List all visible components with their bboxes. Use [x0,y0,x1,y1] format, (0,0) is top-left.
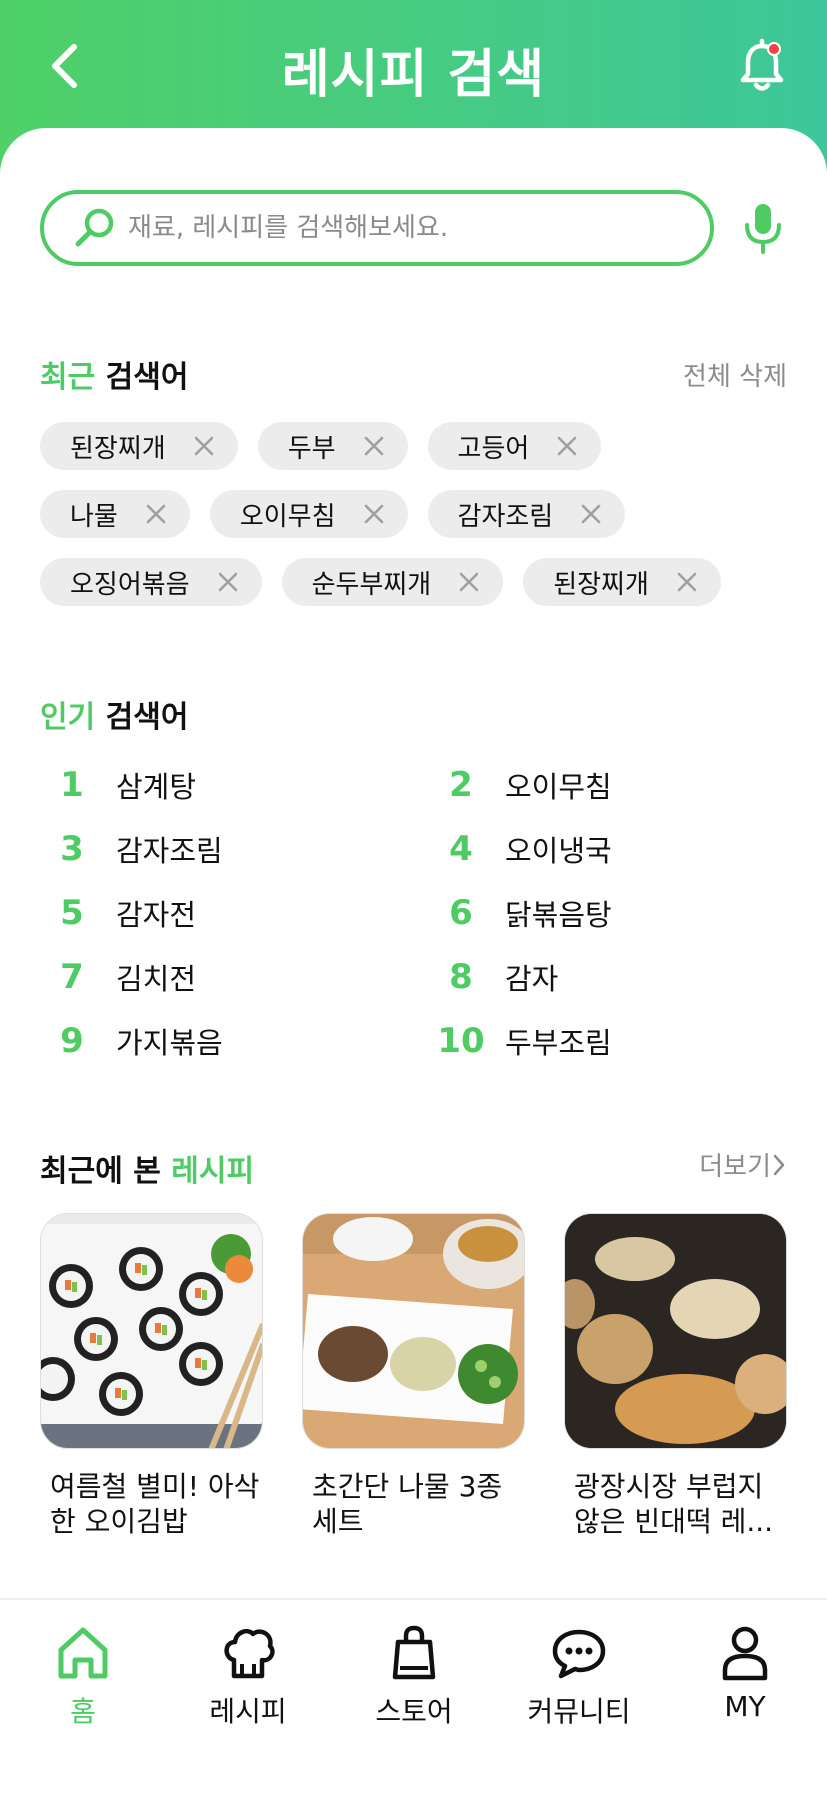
close-icon[interactable] [557,436,577,456]
recent-search-chip[interactable]: 오이무침 [209,490,408,538]
recent-searches-title: 최근 검색어 [40,360,189,395]
popular-item[interactable]: 7 김치전 [40,952,196,1002]
recipe-card[interactable]: 여름철 별미! 아삭한 오이김밥 [40,1213,263,1539]
rank-number: 5 [60,893,84,933]
rank-number: 6 [449,893,473,933]
rank-number: 4 [449,829,473,869]
search-icon [75,208,114,247]
nav-community[interactable]: 커뮤니티 [509,1624,649,1730]
popular-item[interactable]: 4 오이냉국 [429,824,612,874]
recipe-card[interactable]: 광장시장 부럽지 않은 빈대떡 레... [564,1213,787,1539]
recent-search-chip[interactable]: 순두부찌개 [281,558,504,606]
recipe-title: 여름철 별미! 아삭한 오이김밥 [50,1470,260,1538]
recipe-thumbnail [564,1213,787,1449]
rank-number: 1 [60,765,84,805]
popular-item[interactable]: 10 두부조림 [429,1016,611,1066]
voice-search-button[interactable] [740,200,786,256]
recent-searches-list: 된장찌개 두부 고등어 나물 오이무침 감자조림 오징어볶음 순두부찌개 된장찌… [40,422,800,626]
popular-item[interactable]: 5 감자전 [40,888,196,938]
recent-search-chip[interactable]: 된장찌개 [40,422,238,470]
notification-dot [767,42,781,56]
recent-search-chip[interactable]: 감자조림 [427,490,626,538]
popular-item[interactable]: 9 가지볶음 [40,1016,223,1066]
rank-number: 7 [60,957,84,997]
close-icon[interactable] [364,504,384,524]
recipe-card[interactable]: 초간단 나물 3종 세트 [302,1213,525,1539]
recipe-title: 광장시장 부럽지 않은 빈대떡 레... [574,1470,774,1538]
recent-search-chip[interactable]: 된장찌개 [523,558,721,606]
microphone-icon [745,204,781,254]
recently-viewed-title: 최근에 본 레시피 [40,1154,255,1189]
search-input[interactable] [126,212,670,244]
close-icon[interactable] [146,504,166,524]
popular-item[interactable]: 6 닭볶음탕 [429,888,612,938]
search-bar[interactable] [40,190,714,266]
close-icon[interactable] [581,504,601,524]
chip-row: 된장찌개 두부 고등어 [40,422,800,470]
recent-search-chip[interactable]: 나물 [40,490,190,538]
rank-number: 8 [449,957,473,997]
shopping-bag-icon [392,1625,436,1680]
user-icon [722,1626,768,1681]
popular-item[interactable]: 2 오이무침 [429,760,612,810]
notification-button[interactable] [738,38,786,94]
popular-item[interactable]: 1 삼계탕 [40,760,196,810]
nav-recipe[interactable]: 레시피 [178,1624,318,1730]
rank-number: 9 [60,1021,84,1061]
close-icon[interactable] [677,572,697,592]
bottom-navigation: 홈 레시피 스토어 커뮤니티 MY [0,1598,827,1793]
clear-all-button[interactable]: 전체 삭제 [683,356,787,393]
nav-my[interactable]: MY [675,1624,815,1723]
rank-number: 3 [60,829,84,869]
close-icon[interactable] [218,572,238,592]
close-icon[interactable] [459,572,479,592]
nav-home[interactable]: 홈 [13,1624,153,1730]
rank-number: 10 [437,1021,485,1061]
popular-item[interactable]: 3 감자조림 [40,824,223,874]
popular-searches-title: 인기 검색어 [40,700,189,735]
chat-bubble-icon [552,1629,606,1679]
see-more-link[interactable]: 더보기 [699,1146,787,1183]
recent-search-chip[interactable]: 오징어볶음 [40,558,262,606]
close-icon[interactable] [364,436,384,456]
home-icon [58,1627,108,1679]
chip-row: 오징어볶음 순두부찌개 된장찌개 [40,558,800,606]
page-title: 레시피 검색 [281,45,546,105]
popular-item[interactable]: 8 감자 [429,952,558,1002]
nav-store[interactable]: 스토어 [344,1624,484,1730]
bell-icon [740,38,784,91]
chef-hat-icon [224,1629,275,1679]
recent-search-chip[interactable]: 두부 [257,422,408,470]
chip-row: 나물 오이무침 감자조림 [40,490,800,538]
recipe-title: 초간단 나물 3종 세트 [312,1470,503,1538]
close-icon[interactable] [194,436,214,456]
chevron-right-icon [773,1154,785,1175]
recipe-thumbnail [40,1213,263,1449]
rank-number: 2 [449,765,473,805]
recipe-thumbnail [302,1213,525,1449]
recent-search-chip[interactable]: 고등어 [427,422,602,470]
